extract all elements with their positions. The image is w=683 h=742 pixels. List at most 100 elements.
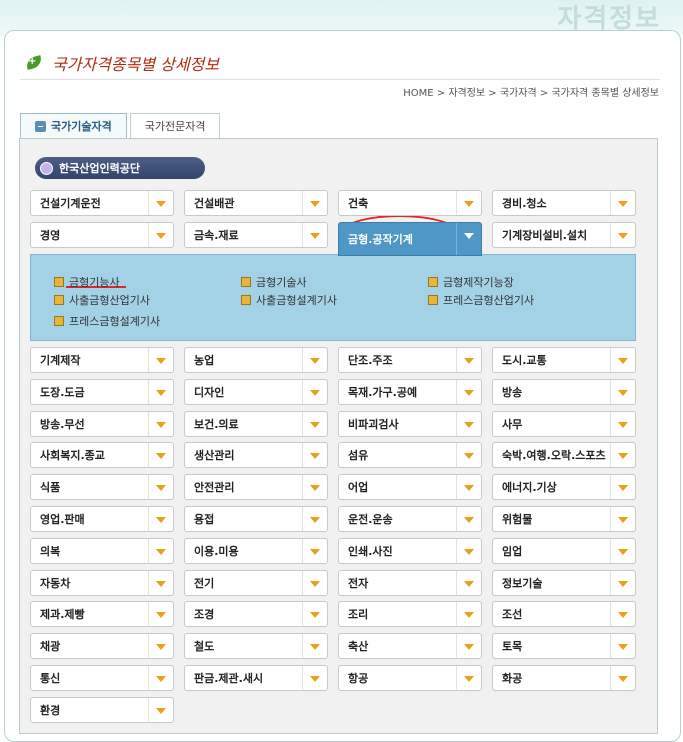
category-button[interactable]: 사무 <box>492 411 636 437</box>
dropdown-arrow-icon[interactable] <box>148 443 173 467</box>
dropdown-arrow-icon[interactable] <box>302 666 327 690</box>
category-button[interactable]: 농업 <box>184 347 328 373</box>
dropdown-arrow-icon[interactable] <box>610 602 635 626</box>
category-button[interactable]: 사회복지.종교 <box>30 442 174 468</box>
tab-national-professional[interactable]: 국가전문자격 <box>129 113 221 138</box>
dropdown-arrow-icon[interactable] <box>610 348 635 372</box>
dropdown-arrow-icon[interactable] <box>610 507 635 531</box>
dropdown-arrow-icon[interactable] <box>148 571 173 595</box>
dropdown-arrow-icon[interactable] <box>302 475 327 499</box>
dropdown-arrow-icon[interactable] <box>610 443 635 467</box>
dropdown-arrow-icon[interactable] <box>148 348 173 372</box>
category-button[interactable]: 도시.교통 <box>492 347 636 373</box>
dropdown-arrow-icon[interactable] <box>302 507 327 531</box>
category-button[interactable]: 임업 <box>492 538 636 564</box>
category-button[interactable]: 전자 <box>338 570 482 596</box>
category-button[interactable]: 목재.가구.공예 <box>338 379 482 405</box>
category-button[interactable]: 금속.재료 <box>184 222 328 248</box>
category-button[interactable]: 판금.제관.새시 <box>184 665 328 691</box>
dropdown-arrow-icon[interactable] <box>456 634 481 658</box>
subcategory-link[interactable]: 사출금형산업기사 <box>54 292 150 308</box>
dropdown-arrow-icon[interactable] <box>610 223 635 247</box>
category-button[interactable]: 화공 <box>492 665 636 691</box>
category-button[interactable]: 건설기계운전 <box>30 190 174 216</box>
category-button[interactable]: 영업.판매 <box>30 506 174 532</box>
dropdown-arrow-icon[interactable] <box>302 602 327 626</box>
dropdown-arrow-icon[interactable] <box>456 475 481 499</box>
dropdown-arrow-icon[interactable] <box>148 223 173 247</box>
dropdown-arrow-icon[interactable] <box>610 571 635 595</box>
dropdown-arrow-icon[interactable] <box>302 443 327 467</box>
category-button[interactable]: 섬유 <box>338 442 482 468</box>
dropdown-arrow-icon[interactable] <box>456 348 481 372</box>
dropdown-arrow-icon[interactable] <box>148 666 173 690</box>
category-button[interactable]: 숙박.여행.오락.스포츠 <box>492 442 636 468</box>
dropdown-arrow-icon[interactable] <box>610 666 635 690</box>
category-button[interactable]: 철도 <box>184 633 328 659</box>
category-button[interactable]: 축산 <box>338 633 482 659</box>
category-button[interactable]: 항공 <box>338 665 482 691</box>
tab-national-technical[interactable]: − 국가기술자격 <box>20 113 127 138</box>
subcategory-link[interactable]: 사출금형설계기사 <box>241 292 337 308</box>
subcategory-link[interactable]: 금형기능사 <box>54 274 120 290</box>
dropdown-arrow-icon[interactable] <box>456 539 481 563</box>
category-button[interactable]: 조경 <box>184 601 328 627</box>
category-button[interactable]: 자동차 <box>30 570 174 596</box>
dropdown-arrow-icon[interactable] <box>302 348 327 372</box>
dropdown-arrow-icon[interactable] <box>148 380 173 404</box>
category-button[interactable]: 식품 <box>30 474 174 500</box>
category-button[interactable]: 이용.미용 <box>184 538 328 564</box>
category-button[interactable]: 에너지.기상 <box>492 474 636 500</box>
dropdown-arrow-icon[interactable] <box>456 412 481 436</box>
dropdown-arrow-icon[interactable] <box>610 539 635 563</box>
dropdown-arrow-icon[interactable] <box>148 507 173 531</box>
category-button-selected[interactable]: 금형.공작기계 <box>338 222 482 256</box>
dropdown-arrow-icon[interactable] <box>302 571 327 595</box>
category-button[interactable]: 조선 <box>492 601 636 627</box>
category-button[interactable]: 건축 <box>338 190 482 216</box>
category-button[interactable]: 위험물 <box>492 506 636 532</box>
dropdown-arrow-icon[interactable] <box>610 634 635 658</box>
category-button[interactable]: 생산관리 <box>184 442 328 468</box>
dropdown-arrow-icon[interactable] <box>610 475 635 499</box>
dropdown-arrow-icon[interactable] <box>302 634 327 658</box>
subcategory-link[interactable]: 프레스금형산업기사 <box>428 292 534 308</box>
dropdown-arrow-icon[interactable] <box>148 412 173 436</box>
category-button[interactable]: 의복 <box>30 538 174 564</box>
subcategory-link[interactable]: 프레스금형설계기사 <box>54 313 160 329</box>
breadcrumb-item[interactable]: 국가자격 <box>500 88 537 99</box>
category-button[interactable]: 건설배관 <box>184 190 328 216</box>
category-button[interactable]: 비파괴검사 <box>338 411 482 437</box>
dropdown-arrow-icon[interactable] <box>148 634 173 658</box>
dropdown-arrow-icon[interactable] <box>148 475 173 499</box>
dropdown-arrow-icon[interactable] <box>302 380 327 404</box>
dropdown-arrow-icon[interactable] <box>148 191 173 215</box>
breadcrumb-home[interactable]: HOME <box>403 88 433 99</box>
category-button[interactable]: 도장.도금 <box>30 379 174 405</box>
dropdown-arrow-icon[interactable] <box>456 223 481 255</box>
category-button[interactable]: 운전.운송 <box>338 506 482 532</box>
dropdown-arrow-icon[interactable] <box>302 539 327 563</box>
category-button[interactable]: 환경 <box>30 697 174 723</box>
category-button[interactable]: 기계장비설비.설치 <box>492 222 636 248</box>
dropdown-arrow-icon[interactable] <box>610 412 635 436</box>
dropdown-arrow-icon[interactable] <box>456 571 481 595</box>
dropdown-arrow-icon[interactable] <box>456 191 481 215</box>
dropdown-arrow-icon[interactable] <box>456 443 481 467</box>
dropdown-arrow-icon[interactable] <box>456 507 481 531</box>
category-button[interactable]: 조리 <box>338 601 482 627</box>
category-button[interactable]: 경비.청소 <box>492 190 636 216</box>
category-button[interactable]: 통신 <box>30 665 174 691</box>
dropdown-arrow-icon[interactable] <box>456 602 481 626</box>
dropdown-arrow-icon[interactable] <box>302 223 327 247</box>
dropdown-arrow-icon[interactable] <box>148 539 173 563</box>
subcategory-link[interactable]: 금형제작기능장 <box>428 274 514 290</box>
dropdown-arrow-icon[interactable] <box>302 412 327 436</box>
dropdown-arrow-icon[interactable] <box>148 698 173 722</box>
dropdown-arrow-icon[interactable] <box>148 602 173 626</box>
category-button[interactable]: 토목 <box>492 633 636 659</box>
category-button[interactable]: 디자인 <box>184 379 328 405</box>
category-button[interactable]: 용접 <box>184 506 328 532</box>
category-button[interactable]: 방송.무선 <box>30 411 174 437</box>
dropdown-arrow-icon[interactable] <box>610 380 635 404</box>
